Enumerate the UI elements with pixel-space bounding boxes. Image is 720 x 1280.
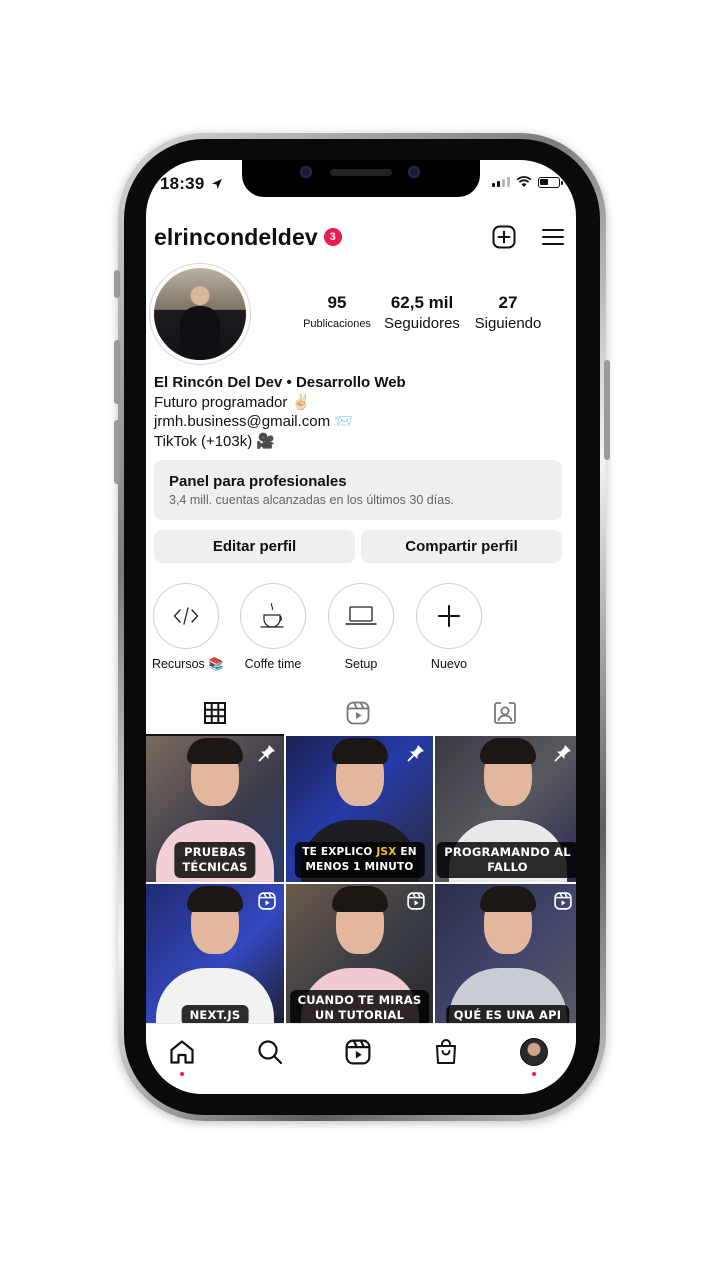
post-thumbnail[interactable]: CUANDO TE MIRAS UN TUTORIAL [286,884,433,1030]
highlight-label: Nuevo [430,657,468,671]
highlight-new[interactable]: Nuevo [415,583,483,671]
reels-icon [346,701,370,725]
phone-screen: 18:39 elrincondeldev 3 95 Publicaciones … [146,160,576,1094]
avatar-photo [154,268,246,360]
highlight-coffee[interactable]: Coffe time [239,583,307,671]
nav-home-indicator [180,1072,184,1076]
nav-reels[interactable] [340,1034,376,1070]
stat-followers-label: Seguidores [384,315,460,332]
notch [242,160,480,197]
profile-header: elrincondeldev 3 [154,222,564,252]
wifi-icon [516,176,532,187]
pin-icon [407,745,424,762]
stat-following-label: Siguiendo [474,315,542,332]
pin-icon [554,745,571,762]
nav-profile-indicator [532,1072,536,1076]
edit-profile-button[interactable]: Editar perfil [154,530,355,563]
phone-volume-up [114,340,120,404]
location-arrow-icon [212,179,223,189]
username[interactable]: elrincondeldev [154,224,318,251]
nav-search[interactable] [252,1034,288,1070]
pin-icon [258,745,275,762]
tagged-icon [494,702,516,724]
professional-dashboard[interactable]: Panel para profesionales 3,4 mill. cuent… [154,460,562,520]
reels-icon [345,1039,371,1065]
create-post-icon[interactable] [492,225,516,249]
profile-avatar[interactable] [149,263,251,365]
battery-icon [538,176,563,188]
signal-icon [492,177,510,187]
post-thumbnail[interactable]: NEXT.JS [146,884,284,1030]
stat-following[interactable]: 27 Siguiendo [466,293,550,332]
reel-icon [258,892,276,910]
post-caption: PROGRAMANDO AL FALLO [436,842,576,878]
shop-icon [436,1039,456,1064]
post-grid: PRUEBAS TÉCNICAS TE EXPLICO JSX EN MENOS 1… [146,736,576,1030]
reel-icon [554,892,572,910]
post-thumbnail[interactable]: QUÉ ES UNA API [435,884,576,1030]
plus-icon [438,605,460,627]
bio-line: Futuro programador ✌🏻 [154,393,311,411]
stat-followers[interactable]: 62,5 mil Seguidores [378,293,466,332]
profile-bio: El Rincón Del Dev • Desarrollo Web Futur… [154,373,406,451]
nav-home[interactable] [164,1034,200,1070]
highlight-label: Coffe time [244,657,302,671]
phone-volume-down [114,420,120,484]
stat-posts-value: 95 [327,293,347,312]
phone-side-button [114,270,120,298]
share-profile-button[interactable]: Compartir perfil [361,530,562,563]
search-icon [258,1040,283,1065]
tab-posts-grid[interactable] [146,690,284,736]
highlight-resources[interactable]: Recursos 📚 [152,583,224,672]
stat-followers-value: 62,5 mil [390,293,454,312]
reel-icon [407,892,425,910]
menu-icon[interactable] [542,227,564,247]
stat-posts-label: Publicaciones [303,318,371,330]
highlight-setup[interactable]: Setup [327,583,395,671]
panel-title: Panel para profesionales [169,473,347,490]
caption-highlight: JSX [376,846,397,858]
bio-email[interactable]: jrmh.business@gmail.com 📨 [154,412,406,432]
nav-profile[interactable] [516,1034,552,1070]
code-icon [173,607,199,625]
notification-badge: 3 [323,228,342,246]
phone-power-button [604,360,610,460]
tab-tagged[interactable] [436,690,574,736]
tab-reels[interactable] [289,690,427,736]
profile-avatar-small [520,1038,548,1066]
stat-following-value: 27 [498,293,518,312]
grid-icon [204,702,226,724]
status-time: 18:39 [160,174,223,194]
post-thumbnail[interactable]: TE EXPLICO JSX EN MENOS 1 MINUTO [286,736,433,882]
bio-name: El Rincón Del Dev • Desarrollo Web [154,374,406,391]
post-caption: TE EXPLICO JSX EN MENOS 1 MINUTO [294,842,425,878]
laptop-icon [345,606,377,625]
profile-tabs [146,690,576,736]
highlight-label: Recursos 📚 [152,657,224,671]
bio-line: TikTok (+103k) 🎥 [154,432,276,450]
nav-shop[interactable] [428,1034,464,1070]
status-indicators [492,176,563,188]
post-caption: CUANDO TE MIRAS UN TUTORIAL [289,990,430,1026]
profile-stats: 95 Publicaciones 62,5 mil Seguidores 27 … [296,293,550,332]
post-thumbnail[interactable]: PROGRAMANDO AL FALLO [435,736,576,882]
highlight-label: Setup [344,657,378,671]
post-caption: PRUEBAS TÉCNICAS [174,842,256,878]
post-thumbnail[interactable]: PRUEBAS TÉCNICAS [146,736,284,882]
coffee-cup-icon [260,602,284,628]
home-icon [170,1040,194,1064]
bottom-navigation [146,1023,576,1094]
stat-posts[interactable]: 95 Publicaciones [296,293,378,332]
panel-subtitle: 3,4 mill. cuentas alcanzadas en los últi… [169,493,454,507]
